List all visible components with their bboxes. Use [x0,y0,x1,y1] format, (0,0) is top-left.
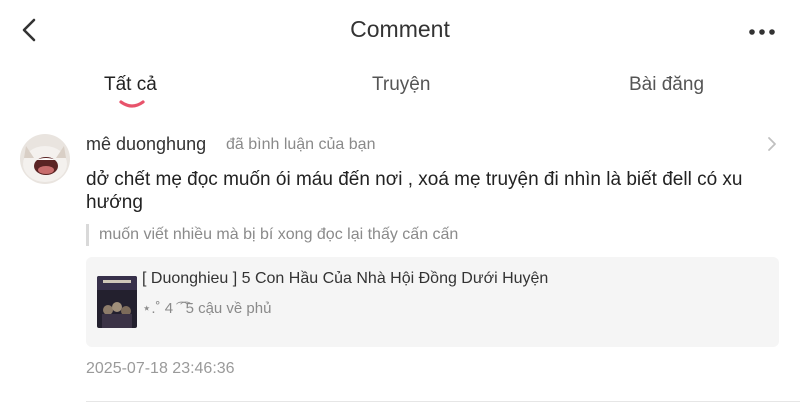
story-chapter: ⋆.˚ 4 ͡ ͡ 5 cậu về phủ [142,300,272,317]
divider [86,401,800,402]
top-bar: Comment [0,0,800,62]
tab-stories[interactable]: Truyện [372,74,430,96]
cat-avatar-image [20,134,70,184]
avatar[interactable] [20,134,70,184]
tab-all[interactable]: Tất cả [104,74,157,96]
timestamp: 2025-07-18 23:46:36 [86,360,235,377]
story-cover [97,276,137,328]
open-detail-button[interactable] [764,134,780,154]
story-cover-image [97,276,137,328]
story-title: [ Duonghieu ] 5 Con Hầu Của Nhà Hội Đồng… [142,270,549,287]
quoted-comment: muốn viết nhiều mà bị bí xong đọc lại th… [86,224,458,246]
tab-posts[interactable]: Bài đăng [629,74,704,96]
more-horizontal-icon [749,29,775,35]
page-title: Comment [350,16,450,42]
chevron-right-icon [768,137,776,151]
comment-text: dở chết mẹ đọc muốn ói máu đến nơi , xoá… [86,169,743,213]
active-tab-indicator [119,100,145,108]
story-card[interactable]: [ Duonghieu ] 5 Con Hầu Của Nhà Hội Đồng… [86,257,779,347]
more-button[interactable] [748,22,778,42]
commenter-name[interactable]: mê duonghung [86,134,206,155]
notification-action: đã bình luận của bạn [226,136,376,153]
